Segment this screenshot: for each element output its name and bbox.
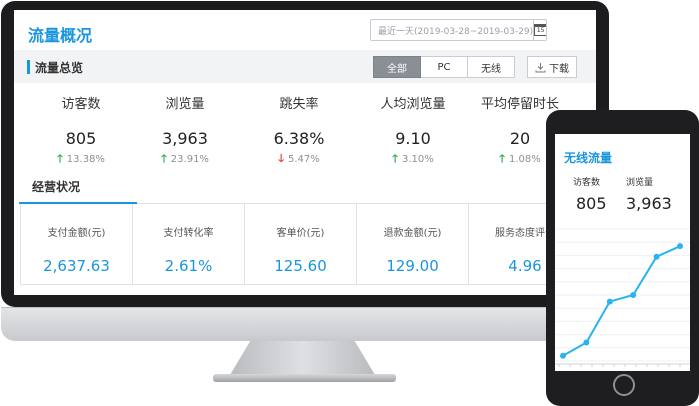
metric-change: 🡓 5.47%: [278, 152, 320, 165]
phone: 无线流量 访客数 浏览量 805 3,963: [546, 110, 699, 406]
calendar-button[interactable]: 15: [533, 20, 546, 40]
metric-bounce-rate: 跳失率 6.38% 🡓 5.47%: [249, 93, 349, 169]
business-tab[interactable]: 经营状况: [32, 178, 80, 195]
business-value: 2.61%: [164, 257, 213, 275]
date-range-picker[interactable]: 最近一天(2019-03-28~2019-03-29) 15: [370, 19, 547, 41]
filter-wireless-button[interactable]: 无线: [468, 56, 515, 78]
series-line: [562, 245, 681, 357]
metric-label: 访客数: [61, 97, 101, 112]
desktop-screen: 流量概况 最近一天(2019-03-28~2019-03-29) 15 流量总览…: [14, 10, 596, 295]
arrow-up-icon: 🡑: [57, 152, 63, 165]
metric-pageviews: 浏览量 3,963 🡑 23.91%: [135, 93, 235, 169]
business-label: 退款金额(元): [383, 228, 442, 239]
date-range-text: 最近一天(2019-03-28~2019-03-29): [378, 26, 534, 37]
business-label: 支付转化率: [163, 228, 214, 239]
metric-label: 跳失率: [279, 97, 319, 112]
business-cell: 退款金额(元) 129.00: [357, 204, 469, 284]
mobile-stat-label: 访客数: [573, 178, 601, 188]
metric-change: 🡑 13.38%: [57, 152, 105, 165]
metric-change: 🡑 3.10%: [392, 152, 434, 165]
mobile-stat-label: 浏览量: [626, 178, 654, 188]
download-icon: [535, 62, 546, 72]
section-marker: [27, 60, 30, 74]
metric-avg-pageviews: 人均浏览量 9.10 🡑 3.10%: [363, 93, 463, 169]
mobile-stat-value: 3,963: [626, 194, 672, 213]
business-cell: 支付转化率 2.61%: [133, 204, 245, 284]
monitor-stand: [230, 341, 375, 375]
business-cell: 客单价(元) 125.60: [245, 204, 357, 284]
arrow-up-icon: 🡑: [499, 152, 505, 165]
download-button[interactable]: 下载: [527, 56, 577, 78]
home-button[interactable]: [613, 374, 635, 396]
mobile-title: 无线流量: [564, 151, 613, 165]
data-point: [677, 243, 683, 250]
business-cell: 支付金额(元) 2,637.63: [21, 204, 133, 284]
metric-label: 浏览量: [165, 97, 205, 112]
phone-screen: 无线流量 访客数 浏览量 805 3,963: [555, 134, 690, 371]
metric-visitors: 访客数 805 🡑 13.38%: [31, 93, 131, 169]
filter-all-button[interactable]: 全部: [373, 56, 421, 78]
mobile-line-chart: [555, 228, 690, 367]
data-point: [583, 339, 590, 346]
page-title: 流量概况: [28, 26, 93, 45]
metric-value: 805: [65, 129, 97, 148]
business-label: 客单价(元): [276, 228, 325, 239]
mobile-stat-value: 805: [576, 194, 607, 213]
business-value: 2,637.63: [43, 257, 110, 275]
data-point: [653, 253, 660, 260]
traffic-overview-header: 流量总览 全部 PC 无线 下载: [14, 50, 596, 83]
metric-value: 3,963: [162, 129, 208, 148]
metric-label: 平均停留时长: [480, 97, 559, 112]
arrow-down-icon: 🡓: [278, 152, 284, 165]
calendar-icon: 15: [534, 24, 546, 36]
monitor-base: [213, 374, 396, 382]
monitor: 流量概况 最近一天(2019-03-28~2019-03-29) 15 流量总览…: [1, 1, 609, 307]
data-point: [606, 298, 613, 305]
section-title: 流量总览: [35, 61, 84, 75]
business-value: 129.00: [386, 257, 439, 275]
metric-change: 🡑 23.91%: [161, 152, 209, 165]
monitor-chin: [1, 307, 609, 341]
business-tab-underline: [19, 202, 137, 204]
arrow-up-icon: 🡑: [161, 152, 167, 165]
business-label: 支付金额(元): [47, 228, 106, 239]
metric-value: 6.38%: [273, 129, 325, 148]
business-value: 125.60: [274, 257, 327, 275]
download-label: 下载: [549, 63, 569, 75]
arrow-up-icon: 🡑: [392, 152, 398, 165]
metric-label: 人均浏览量: [380, 97, 446, 112]
metric-value: 9.10: [395, 129, 431, 148]
data-point: [560, 352, 566, 359]
data-point: [630, 292, 637, 298]
business-table: 支付金额(元) 2,637.63 支付转化率 2.61% 客单价(元) 125.…: [20, 203, 596, 285]
filter-pc-button[interactable]: PC: [421, 56, 468, 78]
